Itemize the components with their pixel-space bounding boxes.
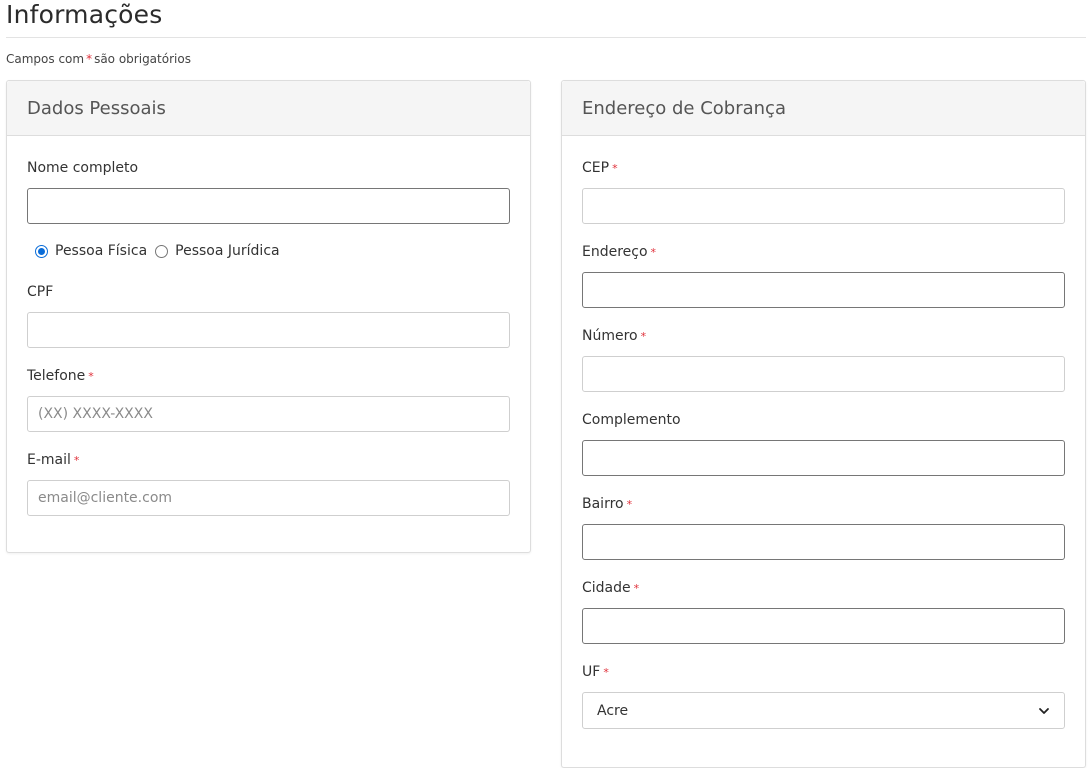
- required-marker: *: [603, 666, 609, 679]
- page-title: Informações: [6, 0, 163, 29]
- phone-label: Telefone *: [27, 368, 94, 384]
- complement-input[interactable]: [582, 440, 1065, 476]
- number-label-text: Número: [582, 328, 638, 344]
- radio-pessoa-fisica[interactable]: [35, 244, 48, 258]
- personal-panel-heading: Dados Pessoais: [7, 81, 530, 136]
- required-note-prefix: Campos com: [6, 52, 85, 66]
- phone-label-text: Telefone: [27, 368, 86, 384]
- required-note-suffix: são obrigatórios: [94, 52, 191, 66]
- complement-label: Complemento: [582, 412, 681, 428]
- required-marker: *: [88, 370, 94, 383]
- required-marker: *: [612, 162, 618, 175]
- cep-label-text: CEP: [582, 160, 610, 176]
- required-marker: *: [626, 498, 633, 511]
- address-label: Endereço *: [582, 244, 656, 260]
- state-label: UF *: [582, 664, 609, 680]
- required-note-asterisk: *: [86, 52, 93, 66]
- address-input[interactable]: [582, 272, 1065, 308]
- required-marker: *: [640, 330, 647, 343]
- title-divider: [6, 37, 1086, 38]
- state-selected-value: Acre: [597, 702, 629, 719]
- district-label: Bairro *: [582, 496, 632, 512]
- city-label: Cidade *: [582, 580, 639, 596]
- radio-pessoa-juridica[interactable]: [155, 244, 169, 258]
- person-type-radio-group: Pessoa Física Pessoa Jurídica: [35, 243, 288, 259]
- state-select[interactable]: Acre: [582, 692, 1065, 729]
- chevron-down-icon: [1038, 705, 1050, 717]
- email-input[interactable]: [27, 480, 510, 516]
- radio-pessoa-fisica-label[interactable]: Pessoa Física: [55, 243, 147, 259]
- phone-input[interactable]: [27, 396, 510, 432]
- cep-input[interactable]: [582, 188, 1065, 224]
- radio-pessoa-juridica-label[interactable]: Pessoa Jurídica: [175, 243, 279, 259]
- required-fields-note: Campos com * são obrigatórios: [6, 52, 191, 66]
- billing-panel-heading: Endereço de Cobrança: [562, 81, 1085, 136]
- address-label-text: Endereço: [582, 244, 648, 260]
- cpf-input[interactable]: [27, 312, 510, 348]
- district-label-text: Bairro: [582, 496, 624, 512]
- email-label: E-mail *: [27, 452, 79, 468]
- required-marker: *: [633, 582, 640, 595]
- email-label-text: E-mail: [27, 452, 71, 468]
- personal-data-panel: Dados Pessoais Nome completo Pessoa Físi…: [6, 80, 531, 553]
- city-label-text: Cidade: [582, 580, 631, 596]
- billing-address-panel: Endereço de Cobrança CEP * Endereço * Núme…: [561, 80, 1086, 768]
- required-marker: *: [650, 246, 657, 259]
- number-input[interactable]: [582, 356, 1065, 392]
- district-input[interactable]: [582, 524, 1065, 560]
- state-label-text: UF: [582, 664, 601, 680]
- number-label: Número *: [582, 328, 646, 344]
- cpf-label: CPF: [27, 284, 54, 300]
- required-marker: *: [73, 454, 80, 467]
- cep-label: CEP *: [582, 160, 618, 176]
- city-input[interactable]: [582, 608, 1065, 644]
- full-name-label: Nome completo: [27, 160, 139, 176]
- full-name-input[interactable]: [27, 188, 510, 224]
